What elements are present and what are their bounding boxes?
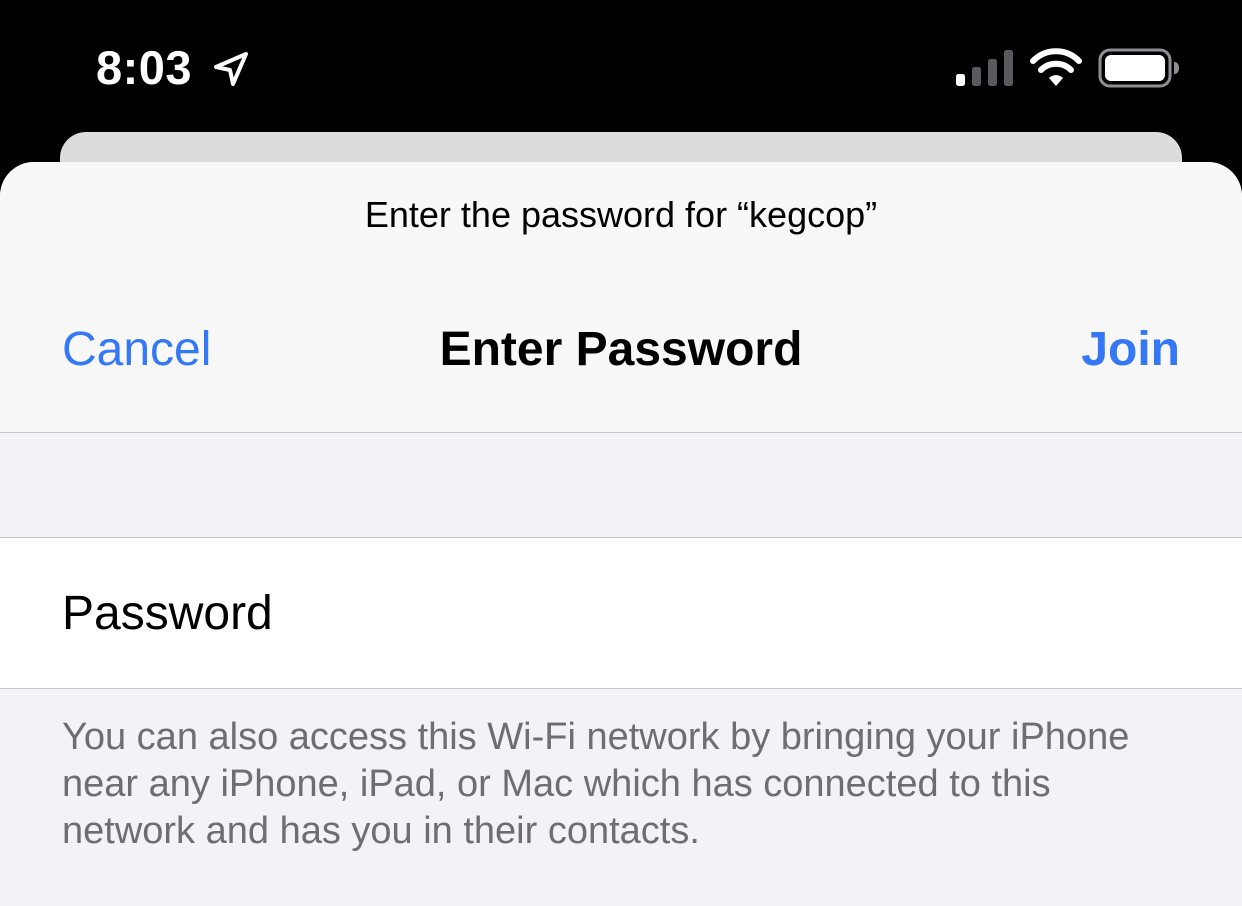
wifi-icon (1030, 48, 1082, 86)
password-sheet: Enter the password for “kegcop” Enter Pa… (0, 162, 1242, 906)
sheet-header: Enter the password for “kegcop” Enter Pa… (0, 162, 1242, 433)
password-field[interactable] (330, 568, 1194, 660)
password-row[interactable]: Password (0, 537, 1242, 689)
location-arrow-icon (214, 52, 248, 86)
footer-note: You can also access this Wi-Fi network b… (62, 716, 1130, 852)
status-bar: 8:03 (0, 0, 1242, 132)
nav-bar: Enter Password Cancel Join (0, 318, 1242, 382)
screen: 8:03 Enter the password for “kegcop” Ent… (0, 0, 1242, 906)
status-time: 8:03 (96, 41, 193, 94)
battery-icon (1098, 48, 1179, 88)
network-prompt: Enter the password for “kegcop” (364, 194, 878, 235)
join-button[interactable]: Join (1081, 318, 1180, 382)
cancel-button[interactable]: Cancel (62, 318, 211, 382)
password-label: Password (62, 587, 273, 640)
cellular-signal-icon (956, 50, 1013, 86)
